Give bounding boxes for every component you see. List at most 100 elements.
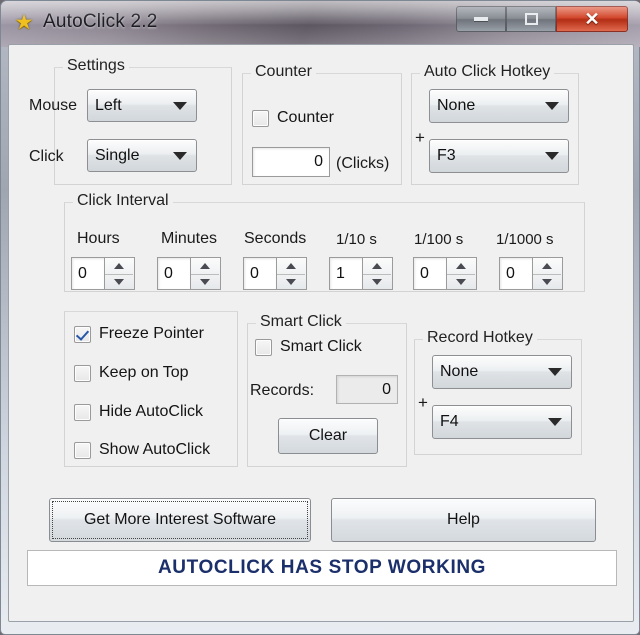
thousandth-second-stepper[interactable]: 0 bbox=[499, 257, 563, 290]
chevron-down-icon bbox=[548, 418, 562, 426]
counter-checkbox-label: Counter bbox=[277, 109, 334, 126]
hours-field[interactable] bbox=[71, 257, 105, 290]
clear-button-label: Clear bbox=[308, 427, 348, 444]
seconds-increment-button[interactable] bbox=[277, 258, 305, 275]
status-bar: AUTOCLICK HAS STOP WORKING bbox=[27, 550, 617, 586]
title-bar[interactable]: ★ AutoClick 2.2 ✕ bbox=[1, 1, 640, 47]
application-window: ★ AutoClick 2.2 ✕ Settings Mouse Left Cl… bbox=[0, 0, 640, 635]
seconds-field[interactable] bbox=[243, 257, 277, 290]
record-hotkey-plus: + bbox=[418, 393, 428, 412]
tenth-second-field[interactable] bbox=[329, 257, 363, 290]
thousandth-second-value: 0 bbox=[506, 264, 515, 282]
counter-value-input[interactable]: 0 bbox=[252, 147, 330, 177]
thousandth-second-stepper-buttons bbox=[533, 257, 563, 290]
minutes-decrement-button[interactable] bbox=[191, 274, 219, 290]
record-hotkey-group-label: Record Hotkey bbox=[423, 329, 537, 347]
get-more-software-button[interactable]: Get More Interest Software bbox=[49, 498, 311, 542]
thousandth-second-decrement-button[interactable] bbox=[533, 274, 561, 290]
clicks-units-label: (Clicks) bbox=[336, 155, 390, 172]
auto-click-modifier-select[interactable]: None bbox=[429, 89, 569, 123]
hundredth-second-stepper[interactable]: 0 bbox=[413, 257, 477, 290]
minutes-field[interactable] bbox=[157, 257, 191, 290]
tenth-second-stepper-buttons bbox=[363, 257, 393, 290]
auto-click-key-select[interactable]: F3 bbox=[429, 139, 569, 173]
record-key-value: F4 bbox=[440, 413, 459, 430]
hours-decrement-button[interactable] bbox=[105, 274, 133, 290]
hundredth-second-decrement-button[interactable] bbox=[447, 274, 475, 290]
hours-increment-button[interactable] bbox=[105, 258, 133, 275]
tenth-second-value: 1 bbox=[336, 264, 345, 282]
star-icon: ★ bbox=[14, 11, 34, 34]
get-more-software-label: Get More Interest Software bbox=[83, 511, 277, 528]
triangle-down-icon bbox=[372, 278, 382, 285]
auto-click-hotkey-group-label: Auto Click Hotkey bbox=[420, 63, 555, 81]
tenth-second-decrement-button[interactable] bbox=[363, 274, 391, 290]
checkbox-box bbox=[255, 339, 272, 356]
freeze-pointer-label: Freeze Pointer bbox=[99, 325, 204, 342]
smart-click-group-label: Smart Click bbox=[256, 313, 346, 331]
settings-group-label: Settings bbox=[63, 57, 129, 75]
click-label: Click bbox=[29, 148, 64, 165]
thousandth-second-increment-button[interactable] bbox=[533, 258, 561, 275]
triangle-up-icon bbox=[372, 262, 382, 269]
status-text: AUTOCLICK HAS STOP WORKING bbox=[157, 557, 487, 578]
triangle-down-icon bbox=[114, 278, 124, 285]
triangle-up-icon bbox=[286, 262, 296, 269]
chevron-down-icon bbox=[545, 102, 559, 110]
counter-group-label: Counter bbox=[251, 63, 316, 81]
mouse-button-value: Left bbox=[95, 96, 122, 114]
minutes-stepper[interactable]: 0 bbox=[157, 257, 221, 290]
triangle-up-icon bbox=[542, 262, 552, 269]
show-autoclick-label: Show AutoClick bbox=[99, 441, 211, 458]
triangle-down-icon bbox=[200, 278, 210, 285]
record-key-select[interactable]: F4 bbox=[432, 405, 572, 439]
hours-stepper[interactable]: 0 bbox=[71, 257, 135, 290]
click-type-select[interactable]: Single bbox=[87, 139, 197, 172]
chevron-down-icon bbox=[173, 151, 187, 160]
checkbox-box bbox=[74, 326, 91, 343]
minutes-stepper-buttons bbox=[191, 257, 221, 290]
clear-button[interactable]: Clear bbox=[278, 418, 378, 454]
help-button-label: Help bbox=[447, 511, 480, 528]
record-modifier-value: None bbox=[440, 363, 479, 380]
close-button[interactable]: ✕ bbox=[556, 6, 628, 32]
maximize-button[interactable] bbox=[506, 6, 556, 32]
records-value: 0 bbox=[382, 380, 391, 398]
click-type-value: Single bbox=[95, 146, 140, 164]
mouse-label: Mouse bbox=[29, 97, 78, 114]
records-label: Records: bbox=[250, 382, 315, 399]
help-button[interactable]: Help bbox=[331, 498, 596, 542]
click-interval-group-label: Click Interval bbox=[73, 192, 173, 210]
hide-autoclick-label: Hide AutoClick bbox=[99, 403, 204, 420]
checkbox-box bbox=[74, 404, 91, 421]
window-title: AutoClick 2.2 bbox=[43, 11, 158, 32]
keep-on-top-label: Keep on Top bbox=[99, 364, 189, 381]
seconds-decrement-button[interactable] bbox=[277, 274, 305, 290]
triangle-down-icon bbox=[286, 278, 296, 285]
mouse-button-select[interactable]: Left bbox=[87, 89, 197, 122]
auto-click-hotkey-plus: + bbox=[415, 128, 425, 147]
triangle-down-icon bbox=[542, 278, 552, 285]
chevron-down-icon bbox=[545, 152, 559, 160]
checkbox-box bbox=[252, 110, 269, 127]
hundredth-second-field[interactable] bbox=[413, 257, 447, 290]
hundredth-second-increment-button[interactable] bbox=[447, 258, 475, 275]
minutes-increment-button[interactable] bbox=[191, 258, 219, 275]
hundredth-second-value: 0 bbox=[420, 264, 429, 282]
triangle-up-icon bbox=[456, 262, 466, 269]
minimize-icon bbox=[474, 17, 488, 21]
hours-stepper-buttons bbox=[105, 257, 135, 290]
record-modifier-select[interactable]: None bbox=[432, 355, 572, 389]
thousandth-second-field[interactable] bbox=[499, 257, 533, 290]
checkbox-box bbox=[74, 365, 91, 382]
tenth-second-stepper[interactable]: 1 bbox=[329, 257, 393, 290]
counter-value: 0 bbox=[314, 153, 323, 170]
seconds-label: Seconds bbox=[244, 230, 307, 247]
hours-label: Hours bbox=[77, 230, 120, 247]
auto-click-modifier-value: None bbox=[437, 97, 476, 114]
thousandth-second-label: 1/1000 s bbox=[496, 231, 554, 248]
seconds-stepper[interactable]: 0 bbox=[243, 257, 307, 290]
minimize-button[interactable] bbox=[456, 6, 506, 32]
checkbox-box bbox=[74, 442, 91, 459]
tenth-second-increment-button[interactable] bbox=[363, 258, 391, 275]
